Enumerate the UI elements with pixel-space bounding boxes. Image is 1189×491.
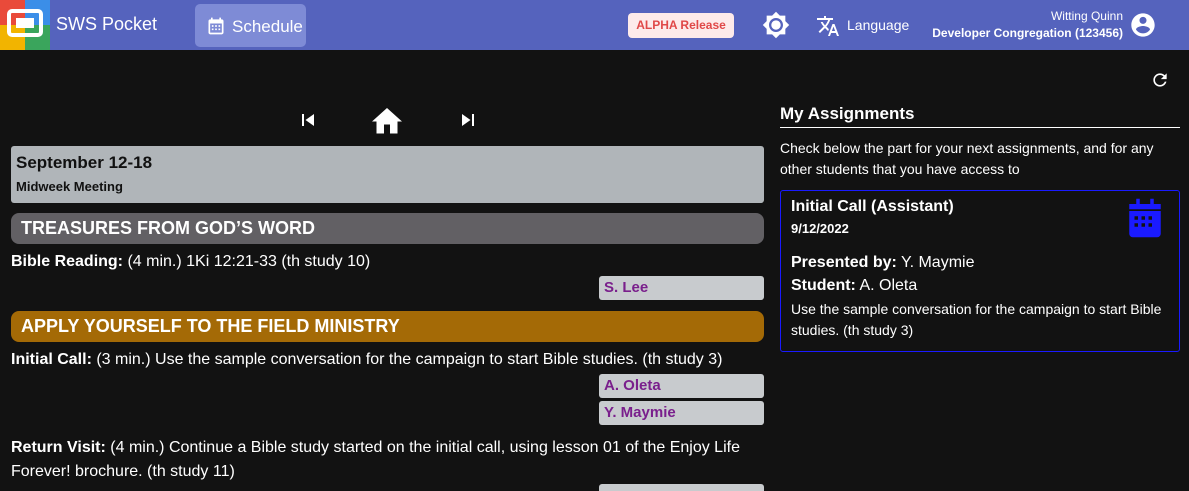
section-apply-yourself: APPLY YOURSELF TO THE FIELD MINISTRY xyxy=(11,311,764,342)
account-circle-icon[interactable] xyxy=(1129,11,1157,39)
presented-by: Presented by: Y. Maymie xyxy=(791,254,974,272)
assignment-card[interactable]: Initial Call (Assistant) 9/12/2022 Prese… xyxy=(780,190,1180,352)
week-header: September 12-18 Midweek Meeting xyxy=(11,146,764,203)
part-name: Bible Reading: xyxy=(11,253,124,270)
student: Student: A. Oleta xyxy=(791,277,917,295)
part-name: Initial Call: xyxy=(11,351,92,368)
assignee-return-visit[interactable] xyxy=(599,484,764,491)
skip-first-icon[interactable] xyxy=(296,108,320,132)
refresh-icon[interactable] xyxy=(1150,70,1170,90)
language-label[interactable]: Language xyxy=(847,17,909,33)
divider xyxy=(780,127,1180,128)
assignee-initial-call-assistant[interactable]: Y. Maymie xyxy=(599,401,764,425)
part-initial-call: Initial Call: (3 min.) Use the sample co… xyxy=(11,348,722,372)
part-return-visit: Return Visit: (4 min.) Continue a Bible … xyxy=(11,436,764,484)
part-name: Return Visit: xyxy=(11,439,106,456)
congregation-name: Developer Congregation (123456) xyxy=(932,26,1123,40)
part-detail: (4 min.) 1Ki 12:21-33 (th study 10) xyxy=(123,253,371,270)
skip-last-icon[interactable] xyxy=(456,108,480,132)
calendar-icon xyxy=(208,17,224,35)
assignee-bible-reading[interactable]: S. Lee xyxy=(599,276,764,300)
part-detail: (4 min.) Continue a Bible study started … xyxy=(11,439,740,480)
my-assignments-title: My Assignments xyxy=(780,104,915,123)
my-assignments-description: Check below the part for your next assig… xyxy=(780,140,1154,177)
assignment-date: 9/12/2022 xyxy=(791,221,849,236)
assignment-title: Initial Call (Assistant) xyxy=(791,198,954,215)
week-title: September 12-18 xyxy=(16,153,153,172)
student-value: A. Oleta xyxy=(855,277,918,294)
presented-by-value: Y. Maymie xyxy=(896,254,975,271)
release-badge: ALPHA Release xyxy=(628,13,734,38)
part-bible-reading: Bible Reading: (4 min.) 1Ki 12:21-33 (th… xyxy=(11,250,370,274)
translate-icon[interactable] xyxy=(816,14,840,38)
schedule-button[interactable]: Schedule xyxy=(195,4,306,47)
assignment-description: Use the sample conversation for the camp… xyxy=(791,301,1162,338)
schedule-label: Schedule xyxy=(232,17,303,36)
user-name: Witting Quinn xyxy=(1050,9,1123,23)
meeting-type: Midweek Meeting xyxy=(16,179,123,194)
app-title: SWS Pocket xyxy=(56,14,158,34)
calendar-month-icon[interactable] xyxy=(1124,195,1166,241)
student-label: Student: xyxy=(791,277,856,294)
app-logo-icon[interactable] xyxy=(0,0,50,50)
top-app-bar: SWS Pocket Schedule ALPHA Release Langua… xyxy=(0,0,1189,50)
presented-by-label: Presented by: xyxy=(791,254,897,271)
assignee-initial-call-student[interactable]: A. Oleta xyxy=(599,374,764,398)
part-detail: (3 min.) Use the sample conversation for… xyxy=(91,351,723,368)
brightness-icon[interactable] xyxy=(762,11,790,39)
home-icon[interactable] xyxy=(369,103,405,137)
section-treasures: TREASURES FROM GOD’S WORD xyxy=(11,213,764,244)
